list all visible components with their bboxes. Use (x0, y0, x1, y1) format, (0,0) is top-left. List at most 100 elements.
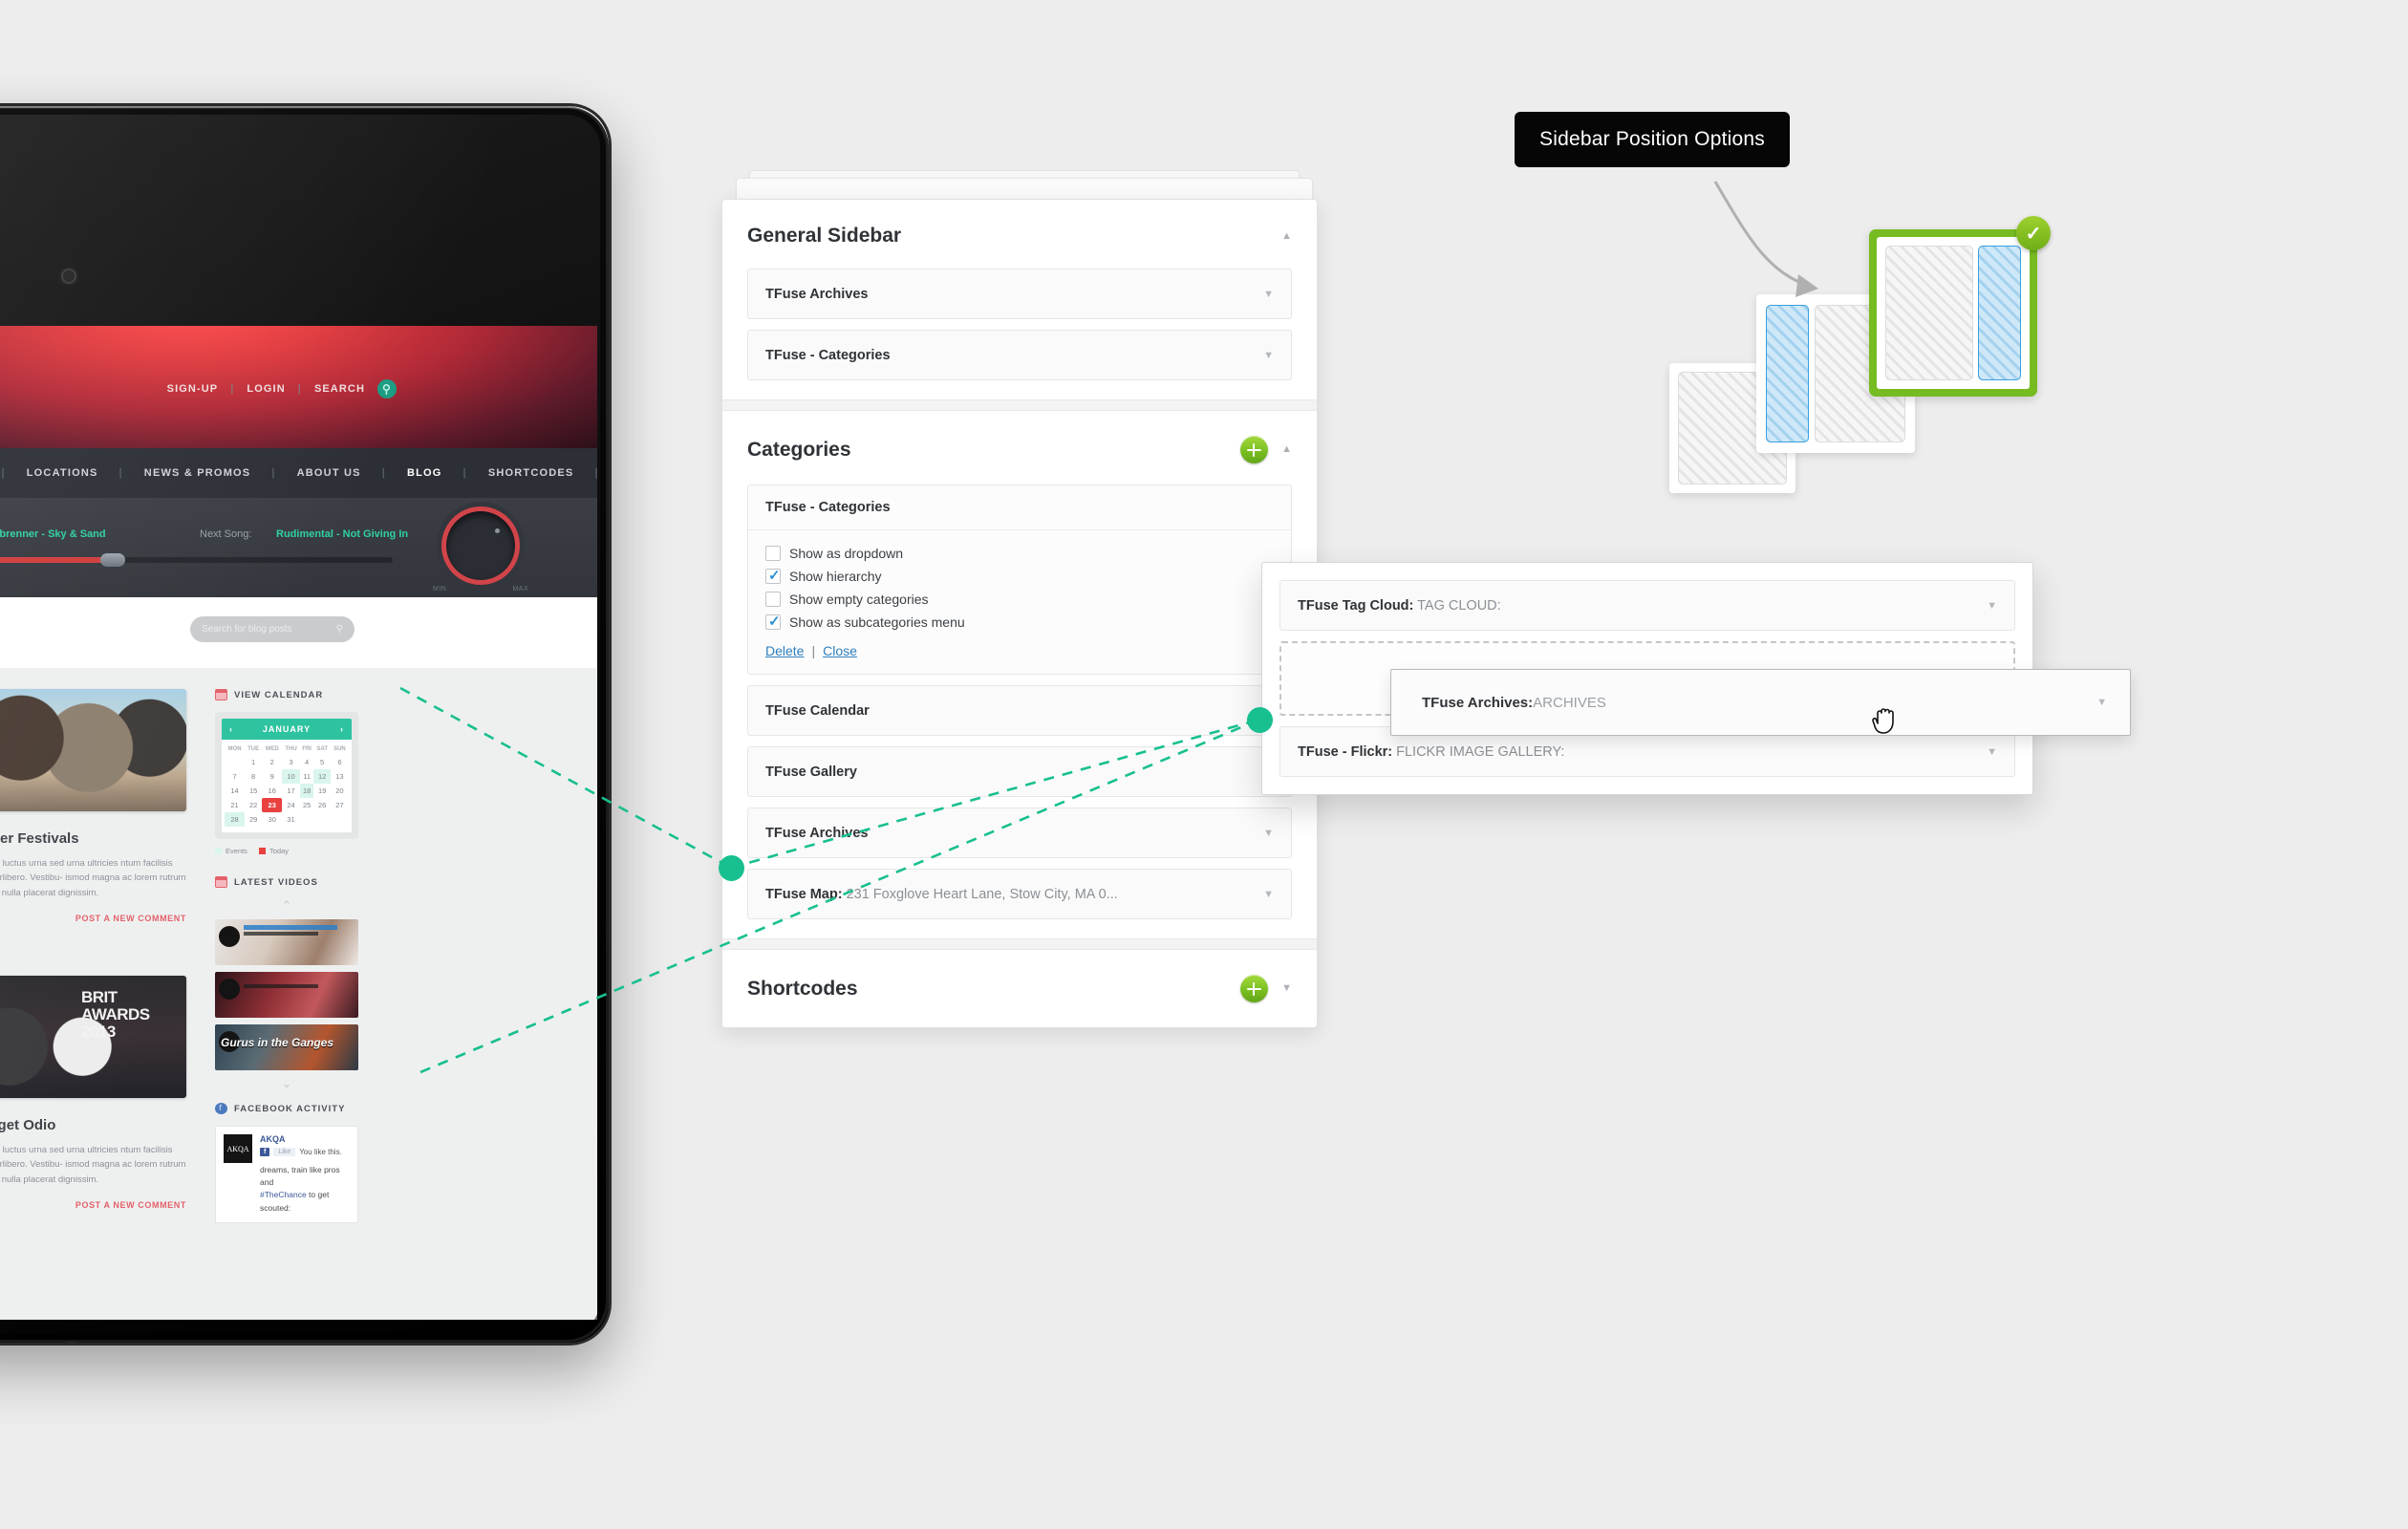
checkbox-row-show-empty-categories[interactable]: Show empty categories (765, 592, 1274, 607)
widget-row-tfuse-gallery[interactable]: TFuse Gallery ▼ (747, 746, 1292, 797)
delete-link[interactable]: Delete (765, 643, 804, 658)
checkbox-show-empty-categories[interactable] (765, 592, 781, 607)
calendar-day[interactable]: 26 (313, 798, 330, 812)
checkbox-show-as-dropdown[interactable] (765, 546, 781, 561)
facebook-page-name[interactable]: AKQA (260, 1134, 350, 1144)
calendar-day[interactable]: 31 (282, 812, 300, 827)
home-button[interactable] (44, 1342, 97, 1343)
calendar-day[interactable] (331, 812, 349, 827)
checkbox-row-show-as-subcategories-menu[interactable]: Show as subcategories menu (765, 613, 1274, 630)
calendar-day[interactable]: 2 (262, 755, 282, 769)
calendar-day-event[interactable]: 10 (282, 769, 300, 784)
layout-option-right-sidebar-selected[interactable]: ✓ (1869, 216, 2051, 397)
calendar-day[interactable]: 13 (331, 769, 349, 784)
checkbox-show-as-subcategories-menu[interactable] (765, 613, 781, 630)
volume-dial[interactable] (446, 511, 515, 580)
calendar-day[interactable]: 15 (245, 784, 262, 798)
close-link[interactable]: Close (823, 643, 857, 658)
calendar-day[interactable]: 8 (245, 769, 262, 784)
chevron-down-icon[interactable]: ▼ (1987, 746, 1997, 758)
calendar-day-today[interactable]: 23 (262, 798, 283, 812)
nav-item-blog[interactable]: BLOG (386, 467, 463, 479)
video-thumbnail[interactable]: Gurus in the Ganges (215, 1024, 358, 1070)
calendar-day[interactable]: 17 (282, 784, 300, 798)
nav-item-news-promos[interactable]: NEWS & PROMOS (123, 467, 272, 479)
fb-hashtag-link[interactable]: #TheChance (260, 1190, 307, 1199)
calendar-day-event[interactable]: 12 (313, 769, 331, 784)
section-shortcodes-header[interactable]: Shortcodes ▼ (722, 950, 1317, 1027)
calendar-day[interactable]: 11 (300, 769, 314, 784)
checkbox-row-show-as-dropdown[interactable]: Show as dropdown (765, 546, 1274, 561)
chevron-down-icon[interactable]: ▼ (1281, 983, 1292, 994)
post-title[interactable]: vading the Summer Festivals (0, 830, 186, 847)
calendar-day[interactable]: 30 (262, 812, 282, 827)
checkbox-row-show-hierarchy[interactable]: Show hierarchy (765, 567, 1274, 584)
chevron-down-icon[interactable]: ▼ (1263, 350, 1274, 361)
post-comment-link[interactable]: POST A NEW COMMENT (0, 914, 186, 923)
calendar-day[interactable]: 19 (313, 784, 330, 798)
widget-row-tfuse-map[interactable]: TFuse Map: 231 Foxglove Heart Lane, Stow… (747, 869, 1292, 919)
chevron-down-icon[interactable]: ▼ (2096, 697, 2107, 708)
add-shortcode-button[interactable] (1240, 975, 1269, 1002)
calendar-next-button[interactable]: › (340, 724, 344, 734)
chevron-down-icon[interactable]: ▼ (1263, 889, 1274, 900)
nav-item-shortcodes[interactable]: SHORTCODES (467, 467, 595, 479)
calendar-day[interactable]: 22 (245, 798, 262, 812)
calendar-day[interactable]: 14 (225, 784, 245, 798)
widget-row-tfuse-categories[interactable]: TFuse - Categories ▼ (747, 330, 1292, 380)
search-icon[interactable]: ⚲ (377, 379, 397, 398)
chevron-down-icon[interactable]: ▼ (1263, 289, 1274, 300)
player-progress-handle[interactable] (100, 553, 125, 567)
post-thumbnail[interactable] (0, 689, 186, 811)
search-link[interactable]: SEARCH (314, 383, 365, 395)
videos-scroll-down-icon[interactable]: ⌄ (215, 1077, 358, 1089)
calendar-day-event[interactable]: 18 (299, 784, 314, 798)
search-icon[interactable]: ⚲ (336, 624, 343, 635)
calendar-day[interactable] (313, 812, 330, 827)
widget-row-tfuse-calendar[interactable]: TFuse Calendar ▼ (747, 685, 1292, 736)
calendar-day[interactable]: 7 (225, 769, 245, 784)
calendar-day[interactable] (225, 755, 245, 769)
calendar-day[interactable]: 9 (262, 769, 282, 784)
post-comment-link[interactable]: POST A NEW COMMENT (0, 1200, 186, 1210)
calendar-day[interactable]: 20 (331, 784, 349, 798)
chevron-down-icon[interactable]: ▼ (1263, 828, 1274, 839)
dragged-widget-tfuse-archives[interactable]: TFuse Archives: ARCHIVES ▼ (1390, 669, 2131, 736)
section-categories-header[interactable]: Categories ▲ (722, 411, 1317, 485)
calendar-day[interactable]: 24 (282, 798, 300, 812)
calendar-day[interactable]: 6 (331, 755, 349, 769)
facebook-like-button[interactable]: Like (273, 1148, 296, 1156)
checkbox-show-hierarchy[interactable] (765, 567, 781, 584)
video-thumbnail[interactable] (215, 972, 358, 1018)
calendar-day[interactable]: 4 (300, 755, 314, 769)
calendar-day[interactable]: 5 (313, 755, 330, 769)
widget-row-tfuse-tag-cloud[interactable]: TFuse Tag Cloud: TAG CLOUD: ▼ (1279, 580, 2015, 631)
calendar-day[interactable] (300, 812, 314, 827)
post-title[interactable]: r Orci. Quisque Eget Odio (0, 1117, 186, 1133)
calendar-day-event[interactable]: 28 (225, 812, 246, 827)
calendar-day[interactable]: 3 (282, 755, 300, 769)
video-thumbnail[interactable] (215, 919, 358, 965)
widget-row-tfuse-archives-2[interactable]: TFuse Archives ▼ (747, 808, 1292, 858)
chevron-up-icon[interactable]: ▲ (1281, 444, 1292, 455)
post-thumbnail[interactable] (0, 976, 186, 1098)
chevron-up-icon[interactable]: ▲ (1281, 230, 1292, 242)
login-link[interactable]: LOGIN (247, 383, 285, 395)
calendar-prev-button[interactable]: ‹ (229, 724, 233, 734)
section-general-sidebar-header[interactable]: General Sidebar ▲ (722, 200, 1317, 269)
videos-scroll-up-icon[interactable]: ⌃ (215, 899, 358, 912)
calendar-day[interactable]: 29 (245, 812, 262, 827)
calendar-day[interactable]: 16 (262, 784, 282, 798)
calendar-day[interactable]: 21 (225, 798, 245, 812)
chevron-down-icon[interactable]: ▼ (1987, 600, 1997, 612)
add-widget-button[interactable] (1240, 436, 1269, 463)
widget-row-tfuse-archives[interactable]: TFuse Archives ▼ (747, 269, 1292, 319)
blog-search-input[interactable]: Search for blog posts ⚲ (190, 616, 355, 642)
widget-expanded-title[interactable]: TFuse - Categories (748, 485, 1291, 530)
calendar-day[interactable]: 25 (300, 798, 314, 812)
nav-item-about-us[interactable]: ABOUT US (276, 467, 382, 479)
calendar-day[interactable]: 1 (245, 755, 262, 769)
signup-link[interactable]: SIGN-UP (167, 383, 219, 395)
calendar-day[interactable]: 27 (331, 798, 349, 812)
nav-item-locations[interactable]: LOCATIONS (6, 467, 119, 479)
